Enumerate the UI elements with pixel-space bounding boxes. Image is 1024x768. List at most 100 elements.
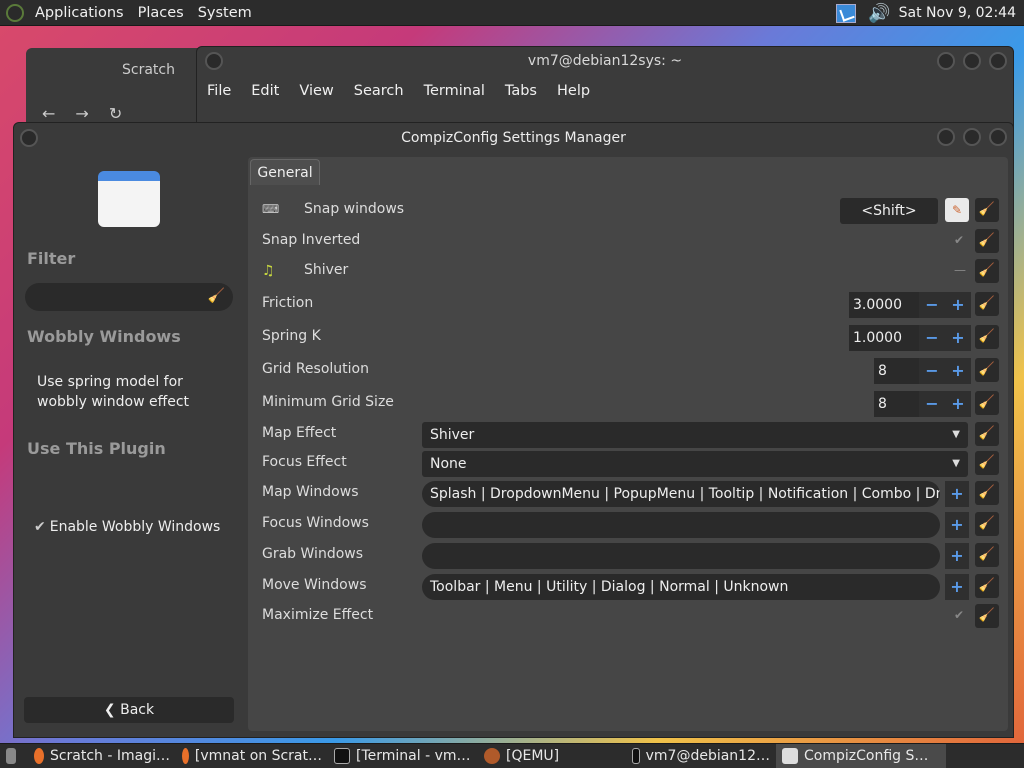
reset-icon[interactable]: 🧹 xyxy=(975,481,999,505)
menu-system[interactable]: System xyxy=(191,5,259,21)
show-desktop-icon[interactable] xyxy=(0,744,28,768)
label-snap-windows: Snap windows xyxy=(304,201,405,217)
label-friction: Friction xyxy=(262,295,314,311)
plus-icon[interactable]: + xyxy=(945,358,971,384)
browser-window-background[interactable]: Scratch ←→↻ xyxy=(26,48,206,128)
reset-icon[interactable]: 🧹 xyxy=(975,259,999,283)
terminal-menubar: File Edit View Search Terminal Tabs Help xyxy=(197,83,600,99)
plus-icon[interactable]: + xyxy=(945,292,971,318)
reset-icon[interactable]: 🧹 xyxy=(975,604,999,628)
plus-icon[interactable]: + xyxy=(945,543,969,569)
terminal-menu-button[interactable] xyxy=(205,52,223,70)
tab-general[interactable]: General xyxy=(250,159,320,185)
terminal-menu-search[interactable]: Search xyxy=(344,83,414,99)
map-effect-select[interactable]: Shiver ▼ xyxy=(422,422,968,448)
network-icon[interactable] xyxy=(836,3,857,23)
label-maximize-effect: Maximize Effect xyxy=(262,607,374,623)
check-icon: ✔ xyxy=(34,519,46,535)
reset-icon[interactable]: 🧹 xyxy=(975,229,999,253)
label-min-grid-size: Minimum Grid Size xyxy=(262,394,394,410)
browser-tab[interactable]: Scratch xyxy=(122,62,175,78)
task-ccsm[interactable]: CompizConfig S… xyxy=(776,743,946,768)
task-qemu[interactable]: [QEMU] xyxy=(478,744,626,768)
label-map-windows: Map Windows xyxy=(262,484,359,500)
focus-effect-select[interactable]: None ▼ xyxy=(422,451,968,477)
row-shiver: ♫ Shiver — 🧹 xyxy=(248,256,1008,286)
move-windows-field[interactable]: Toolbar | Menu | Utility | Dialog | Norm… xyxy=(422,574,940,600)
label-focus-effect: Focus Effect xyxy=(262,454,347,470)
min-grid-size-input[interactable]: 8 xyxy=(874,391,919,417)
sidebar: Filter 🧹 Wobbly Windows Use spring model… xyxy=(14,157,246,737)
minus-icon[interactable]: − xyxy=(919,292,945,318)
keyboard-icon: ⌨ xyxy=(262,202,280,216)
shiver-checkbox[interactable]: — xyxy=(954,263,966,277)
clear-filter-icon[interactable]: 🧹 xyxy=(208,288,225,304)
reset-icon[interactable]: 🧹 xyxy=(975,422,999,446)
reset-icon[interactable]: 🧹 xyxy=(975,358,999,382)
window-controls[interactable] xyxy=(937,128,1007,146)
maximize-effect-checkbox[interactable]: ✔ xyxy=(954,608,964,622)
terminal-window-buttons[interactable] xyxy=(937,52,1007,70)
task-vm7-terminal[interactable]: vm7@debian12… xyxy=(626,744,776,768)
terminal-icon xyxy=(632,748,640,764)
minus-icon[interactable]: − xyxy=(919,325,945,351)
reset-icon[interactable]: 🧹 xyxy=(975,325,999,349)
filter-input[interactable]: 🧹 xyxy=(25,283,233,311)
clock[interactable]: Sat Nov 9, 02:44 xyxy=(899,5,1016,21)
friction-stepper[interactable]: − + xyxy=(919,292,971,318)
back-button[interactable]: ❮ Back xyxy=(24,697,234,723)
menu-applications[interactable]: Applications xyxy=(28,5,131,21)
plugin-heading: Wobbly Windows xyxy=(27,327,181,346)
window-title: CompizConfig Settings Manager xyxy=(401,130,626,146)
min-grid-size-stepper[interactable]: − + xyxy=(919,391,971,417)
snap-inverted-checkbox[interactable]: ✔ xyxy=(954,233,964,247)
reset-icon[interactable]: 🧹 xyxy=(975,574,999,598)
task-vmnat[interactable]: [vmnat on Scrat… xyxy=(176,744,328,768)
speaker-icon[interactable]: 🔊 xyxy=(868,3,890,24)
grid-resolution-stepper[interactable]: − + xyxy=(919,358,971,384)
map-windows-field[interactable]: Splash | DropdownMenu | PopupMenu | Tool… xyxy=(422,481,940,507)
reset-icon[interactable]: 🧹 xyxy=(975,451,999,475)
edit-icon[interactable]: ✎ xyxy=(945,198,969,222)
grab-windows-field[interactable] xyxy=(422,543,940,569)
plus-icon[interactable]: + xyxy=(945,325,971,351)
plus-icon[interactable]: + xyxy=(945,574,969,600)
focus-effect-value: None xyxy=(430,456,467,472)
debian-logo-icon[interactable] xyxy=(6,3,24,22)
terminal-menu-edit[interactable]: Edit xyxy=(241,83,289,99)
plus-icon[interactable]: + xyxy=(945,481,969,507)
minus-icon[interactable]: − xyxy=(919,391,945,417)
terminal-menu-help[interactable]: Help xyxy=(547,83,600,99)
snap-windows-key-button[interactable]: <Shift> xyxy=(840,198,938,224)
spring-k-stepper[interactable]: − + xyxy=(919,325,971,351)
focus-windows-field[interactable] xyxy=(422,512,940,538)
friction-input[interactable]: 3.0000 xyxy=(849,292,919,318)
row-snap-windows: ⌨ Snap windows <Shift> ✎ 🧹 xyxy=(248,195,1008,225)
minus-icon[interactable]: − xyxy=(919,358,945,384)
reset-icon[interactable]: 🧹 xyxy=(975,292,999,316)
enable-plugin-checkbox[interactable]: ✔ Enable Wobbly Windows xyxy=(34,519,220,535)
spring-k-input[interactable]: 1.0000 xyxy=(849,325,919,351)
menu-places[interactable]: Places xyxy=(131,5,191,21)
dropdown-arrow-icon: ▼ xyxy=(952,429,960,440)
use-plugin-heading: Use This Plugin xyxy=(27,439,166,458)
top-panel: Applications Places System 🔊 Sat Nov 9, … xyxy=(0,0,1024,26)
browser-nav-icons[interactable]: ←→↻ xyxy=(42,104,142,123)
plus-icon[interactable]: + xyxy=(945,391,971,417)
terminal-menu-terminal[interactable]: Terminal xyxy=(414,83,495,99)
top-menu: Applications Places System xyxy=(0,0,259,26)
reset-icon[interactable]: 🧹 xyxy=(975,512,999,536)
reset-icon[interactable]: 🧹 xyxy=(975,543,999,567)
grid-resolution-input[interactable]: 8 xyxy=(874,358,919,384)
label-spring-k: Spring K xyxy=(262,328,321,344)
reset-icon[interactable]: 🧹 xyxy=(975,391,999,415)
terminal-menu-view[interactable]: View xyxy=(289,83,343,99)
reset-icon[interactable]: 🧹 xyxy=(975,198,999,222)
label-snap-inverted: Snap Inverted xyxy=(262,232,361,248)
terminal-menu-tabs[interactable]: Tabs xyxy=(495,83,547,99)
task-scratch[interactable]: Scratch - Imagi… xyxy=(28,744,176,768)
plus-icon[interactable]: + xyxy=(945,512,969,538)
terminal-menu-file[interactable]: File xyxy=(197,83,241,99)
firefox-icon xyxy=(34,748,44,764)
task-terminal[interactable]: [Terminal - vm… xyxy=(328,744,478,768)
